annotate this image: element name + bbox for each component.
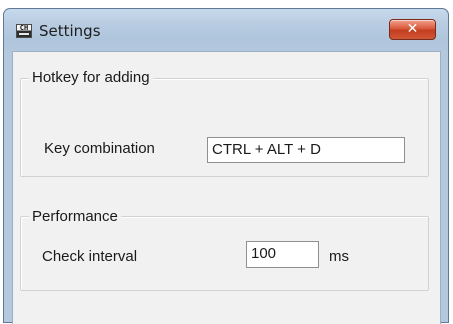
app-icon-bar — [19, 33, 29, 35]
close-button[interactable]: ✕ — [389, 19, 436, 40]
key-combination-field[interactable]: CTRL + ALT + D — [207, 137, 405, 163]
hotkey-group-legend: Hotkey for adding — [29, 69, 153, 86]
close-icon: ✕ — [406, 21, 419, 37]
key-combination-label: Key combination — [44, 140, 155, 157]
app-icon-text: CH — [19, 24, 29, 32]
performance-group-legend: Performance — [29, 208, 121, 225]
app-icon: CH — [16, 24, 32, 38]
title-bar[interactable]: CH Settings ✕ — [4, 9, 448, 51]
window-title: Settings — [39, 22, 101, 40]
check-interval-field[interactable]: 100 — [246, 241, 319, 268]
interval-unit-label: ms — [329, 248, 349, 265]
check-interval-label: Check interval — [42, 248, 138, 265]
